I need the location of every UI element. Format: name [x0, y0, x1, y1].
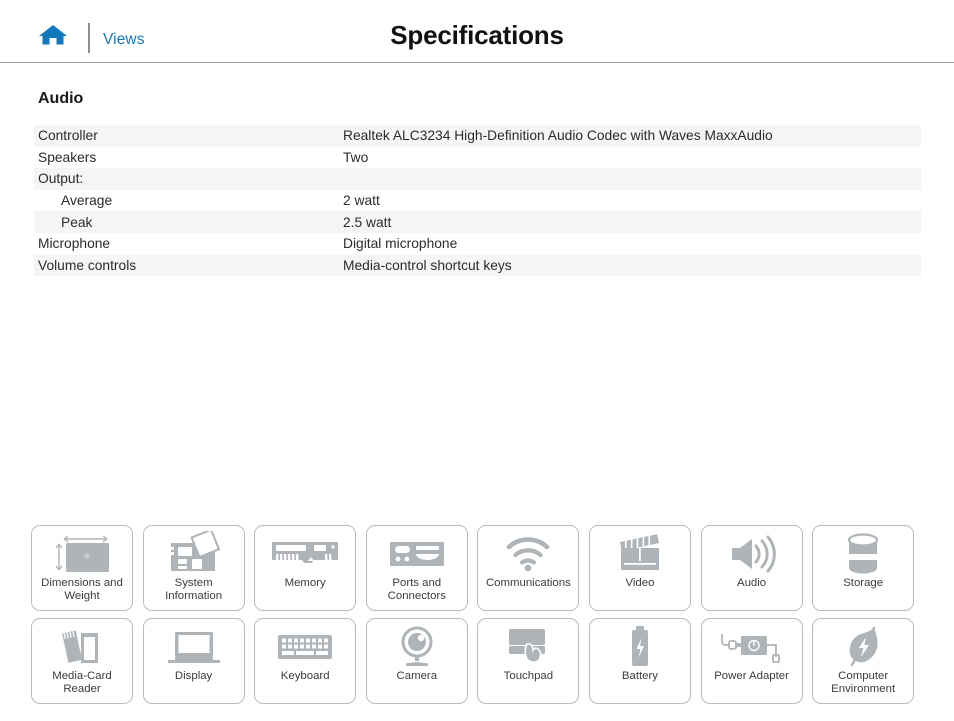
tile-battery[interactable]: Battery: [588, 618, 691, 704]
display-icon: [144, 624, 244, 670]
tile-label: Power Adapter: [714, 670, 789, 682]
tile-audio[interactable]: Audio: [700, 525, 803, 611]
tile-storage[interactable]: Storage: [812, 525, 915, 611]
tile-label: Communications: [485, 577, 571, 589]
spec-value: Two: [343, 149, 369, 165]
storage-drive-icon: [813, 531, 913, 577]
tile-label: Media-Card Reader: [52, 670, 112, 696]
memory-module-icon: [255, 531, 355, 577]
app-header: Views Specifications: [0, 0, 954, 63]
spec-label: Average: [61, 193, 113, 209]
tile-system-information[interactable]: System Information: [142, 525, 245, 611]
tile-communications[interactable]: Communications: [477, 525, 580, 611]
tile-media-card-reader[interactable]: Media-Card Reader: [31, 618, 133, 704]
spec-label: Output:: [38, 171, 84, 187]
tile-label: Dimensions and Weight: [41, 577, 123, 603]
page-title: Specifications: [390, 20, 564, 50]
ports-connectors-icon: [367, 531, 467, 577]
tile-camera[interactable]: Camera: [365, 618, 468, 704]
section-heading: Audio: [38, 90, 84, 107]
spec-value: Digital microphone: [343, 236, 458, 252]
spec-label: Volume controls: [38, 257, 137, 273]
tile-label: Memory: [284, 577, 326, 589]
tile-label: Ports and Connectors: [387, 577, 446, 603]
spec-label: Controller: [38, 128, 98, 144]
spec-label: Peak: [61, 214, 93, 230]
spec-label: Microphone: [38, 236, 111, 252]
tile-power-adapter[interactable]: Power Adapter: [700, 618, 803, 704]
spec-row: Volume controls Media-control shortcut ke…: [34, 254, 921, 277]
tile-memory[interactable]: Memory: [254, 525, 357, 611]
speaker-icon: [702, 531, 802, 577]
spec-row: Peak 2.5 watt: [34, 211, 921, 233]
tile-display[interactable]: Display: [142, 618, 245, 704]
spec-value: 2 watt: [343, 193, 380, 209]
tile-label: Video: [625, 577, 655, 589]
tile-label: Camera: [396, 670, 438, 682]
wifi-icon: [478, 531, 578, 577]
battery-icon: [590, 624, 690, 670]
spec-row: Output:: [34, 168, 921, 190]
tile-computer-environment[interactable]: Computer Environment: [812, 618, 915, 704]
spec-label: Speakers: [38, 149, 97, 165]
tile-row: Dimensions and Weight System Information: [31, 525, 923, 611]
spec-value: Media-control shortcut keys: [343, 257, 512, 273]
spec-row: Controller Realtek ALC3234 High-Definitio…: [34, 125, 921, 147]
tile-ports-and-connectors[interactable]: Ports and Connectors: [365, 525, 468, 611]
leaf-icon: [813, 624, 913, 670]
tile-label: Touchpad: [503, 670, 554, 682]
media-card-icon: [32, 624, 132, 670]
touchpad-icon: [478, 624, 578, 670]
camera-icon: [367, 624, 467, 670]
tile-video[interactable]: Video: [588, 525, 691, 611]
power-adapter-icon: [702, 624, 802, 670]
tile-label: Storage: [843, 577, 884, 589]
tile-label: Computer Environment: [831, 670, 896, 696]
tile-row: Media-Card Reader Display Keyboard Camer…: [31, 618, 923, 704]
tile-label: Keyboard: [280, 670, 330, 682]
tile-touchpad[interactable]: Touchpad: [477, 618, 580, 704]
laptop-dimensions-icon: [32, 531, 132, 577]
category-tile-grid: Dimensions and Weight System Information: [31, 525, 923, 711]
specifications-table: Controller Realtek ALC3234 High-Definitio…: [34, 125, 921, 277]
tile-label: System Information: [165, 577, 223, 603]
tile-label: Display: [174, 670, 213, 682]
spec-row: Microphone Digital microphone: [34, 233, 921, 255]
spec-value: Realtek ALC3234 High-Definition Audio Co…: [343, 128, 773, 144]
tile-dimensions-and-weight[interactable]: Dimensions and Weight: [31, 525, 133, 611]
clapperboard-icon: [590, 531, 690, 577]
tile-label: Audio: [736, 577, 767, 589]
spec-row: Average 2 watt: [34, 190, 921, 212]
spec-row: Speakers Two: [34, 147, 921, 169]
tile-keyboard[interactable]: Keyboard: [254, 618, 357, 704]
motherboard-icon: [144, 531, 244, 577]
keyboard-icon: [255, 624, 355, 670]
spec-value: 2.5 watt: [343, 214, 392, 230]
tile-label: Battery: [621, 670, 659, 682]
